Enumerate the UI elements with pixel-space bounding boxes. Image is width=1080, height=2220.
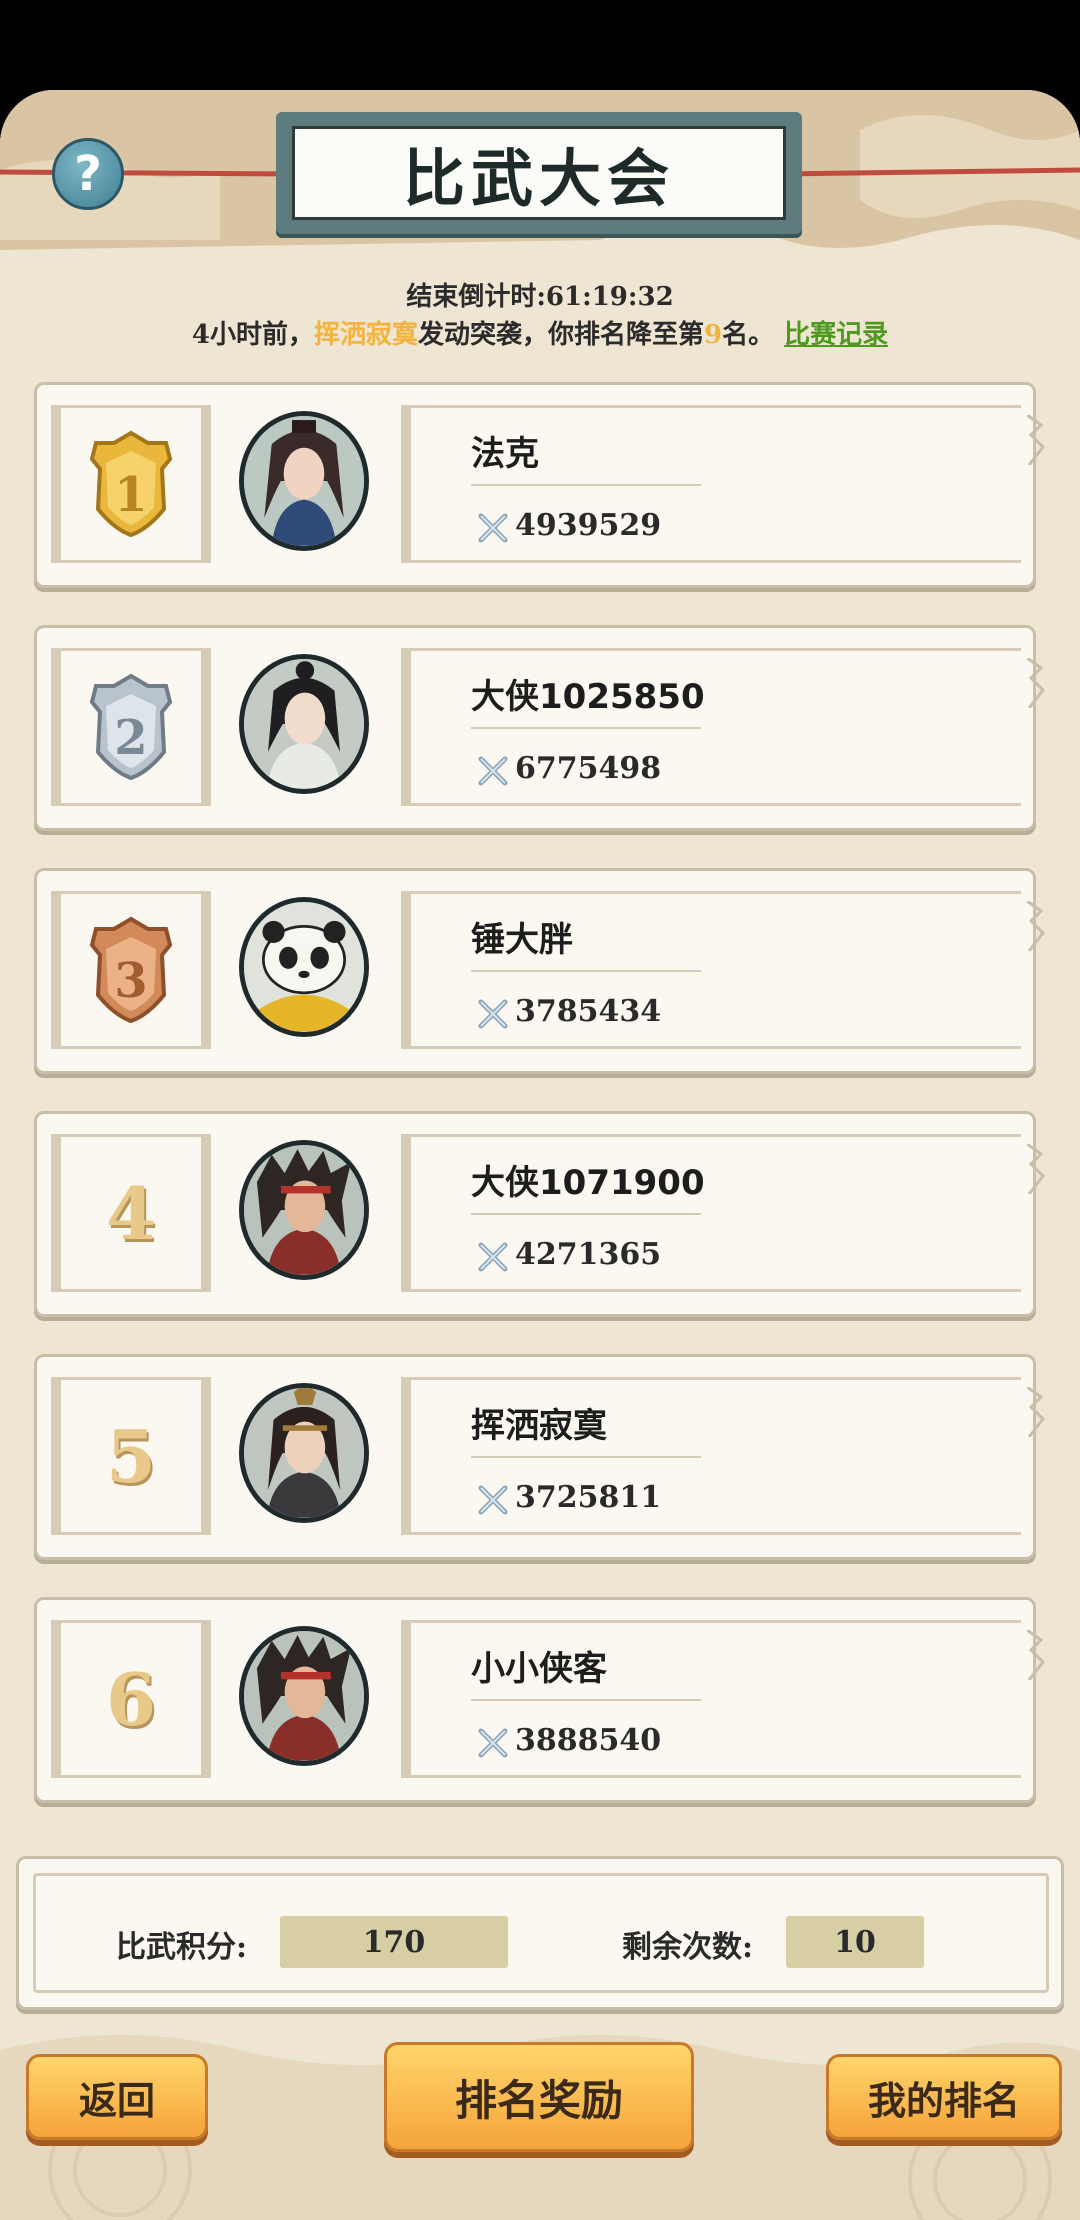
combat-power: 4939529 <box>515 508 662 543</box>
rank-box: 1 <box>51 405 211 563</box>
help-button[interactable]: ? <box>52 138 124 210</box>
player-name: 锤大胖 <box>471 920 573 960</box>
rank-box: 5 <box>51 1377 211 1535</box>
rank-number: 6 <box>105 1656 157 1742</box>
player-info: 小小侠客 3888540 比武 <box>401 1620 1021 1778</box>
summary-frame: 比武积分: 170 剩余次数: 10 <box>33 1873 1049 1993</box>
bronze-medal-icon: 3 <box>89 916 173 1024</box>
combat-power: 4271365 <box>515 1237 662 1272</box>
medal-rank: 1 <box>114 467 147 523</box>
remaining-value: 10 <box>786 1916 924 1968</box>
arena-panel: ? 比武大会 结束倒计时:61:19:32 4小时前，挥洒寂寞发动突袭，你排名降… <box>0 90 1080 2220</box>
player-info: 锤大胖 3785434 比武 <box>401 891 1021 1049</box>
divider <box>471 1456 701 1458</box>
rank-box: 4 <box>51 1134 211 1292</box>
player-info: 大侠1025850 6775498 比武 <box>401 648 1021 806</box>
card-notch <box>1027 658 1045 708</box>
page-title: 比武大会 <box>402 142 675 215</box>
combat-power: 3785434 <box>515 994 662 1029</box>
card-notch <box>1027 1387 1045 1437</box>
match-record-link[interactable]: 比赛记录 <box>784 320 888 350</box>
player-name: 挥洒寂寞 <box>471 1406 607 1446</box>
question-icon: ? <box>74 146 102 202</box>
player-card: 2 大侠1025850 6775498 比武 <box>34 625 1045 831</box>
points-label: 比武积分: <box>116 1930 248 1965</box>
news-middle: 发动突袭，你排名降至第 <box>417 320 704 350</box>
countdown-value: 61:19:32 <box>545 282 674 312</box>
player-card: 5 挥洒寂寞 3725811 比武 <box>34 1354 1045 1560</box>
card-notch <box>1027 1630 1045 1680</box>
player-info: 法克 4939529 比武 <box>401 405 1021 563</box>
title-frame: 比武大会 <box>292 126 786 220</box>
player-name: 大侠1071900 <box>471 1163 705 1203</box>
player-info: 挥洒寂寞 3725811 比武 <box>401 1377 1021 1535</box>
remaining-label: 剩余次数: <box>622 1930 754 1965</box>
rank-rewards-button[interactable]: 排名奖励 <box>384 2042 694 2152</box>
divider <box>471 1699 701 1701</box>
points-value: 170 <box>280 1916 508 1968</box>
avatar <box>239 654 369 794</box>
card-notch <box>1027 415 1045 465</box>
character-portrait-icon <box>244 659 364 789</box>
player-card: 4 大侠1071900 4271365 比武 <box>34 1111 1045 1317</box>
player-card: 1 法克 4939529 比武 <box>34 382 1045 588</box>
rank-box: 6 <box>51 1620 211 1778</box>
medal-rank: 3 <box>114 953 147 1009</box>
avatar <box>239 897 369 1037</box>
rank-box: 2 <box>51 648 211 806</box>
news-row: 4小时前，挥洒寂寞发动突袭，你排名降至第9名。 比赛记录 <box>0 314 1080 351</box>
news-rank: 9 <box>704 320 723 350</box>
silver-medal-icon: 2 <box>89 673 173 781</box>
player-name: 法克 <box>471 434 539 474</box>
divider <box>471 484 701 486</box>
crossed-swords-icon <box>478 1728 508 1758</box>
combat-power: 3725811 <box>515 1480 662 1515</box>
avatar <box>239 1626 369 1766</box>
countdown-row: 结束倒计时:61:19:32 <box>0 276 1080 313</box>
medal-rank: 2 <box>114 710 147 766</box>
player-card: 3 锤大胖 3785434 比武 <box>34 868 1045 1074</box>
countdown-label: 结束倒计时: <box>406 282 546 312</box>
news-attacker: 挥洒寂寞 <box>313 320 418 350</box>
crossed-swords-icon <box>478 513 508 543</box>
player-name: 小小侠客 <box>471 1649 607 1689</box>
crossed-swords-icon <box>478 1485 508 1515</box>
avatar <box>239 411 369 551</box>
avatar <box>239 1383 369 1523</box>
panda-portrait-icon <box>244 902 364 1032</box>
character-portrait-icon <box>244 1631 364 1761</box>
summary-panel: 比武积分: 170 剩余次数: 10 <box>16 1856 1064 2010</box>
my-rank-button[interactable]: 我的排名 <box>826 2054 1062 2140</box>
title-plaque: 比武大会 <box>276 112 802 234</box>
news-prefix: 4小时前， <box>191 320 314 350</box>
divider <box>471 970 701 972</box>
player-card: 6 小小侠客 3888540 比武 <box>34 1597 1045 1803</box>
player-info: 大侠1071900 4271365 比武 <box>401 1134 1021 1292</box>
combat-power: 6775498 <box>515 751 662 786</box>
avatar <box>239 1140 369 1280</box>
rank-number: 4 <box>105 1170 157 1256</box>
crossed-swords-icon <box>478 1242 508 1272</box>
character-portrait-icon <box>244 1388 364 1518</box>
crossed-swords-icon <box>478 756 508 786</box>
card-notch <box>1027 901 1045 951</box>
crossed-swords-icon <box>478 999 508 1029</box>
character-portrait-icon <box>244 1145 364 1275</box>
gold-medal-icon: 1 <box>89 430 173 538</box>
card-notch <box>1027 1144 1045 1194</box>
news-suffix: 名。 <box>722 320 775 350</box>
divider <box>471 1213 701 1215</box>
rank-box: 3 <box>51 891 211 1049</box>
divider <box>471 727 701 729</box>
rank-number: 5 <box>105 1413 157 1499</box>
combat-power: 3888540 <box>515 1723 662 1758</box>
back-button[interactable]: 返回 <box>26 2054 208 2140</box>
character-portrait-icon <box>244 416 364 546</box>
player-name: 大侠1025850 <box>471 677 705 717</box>
